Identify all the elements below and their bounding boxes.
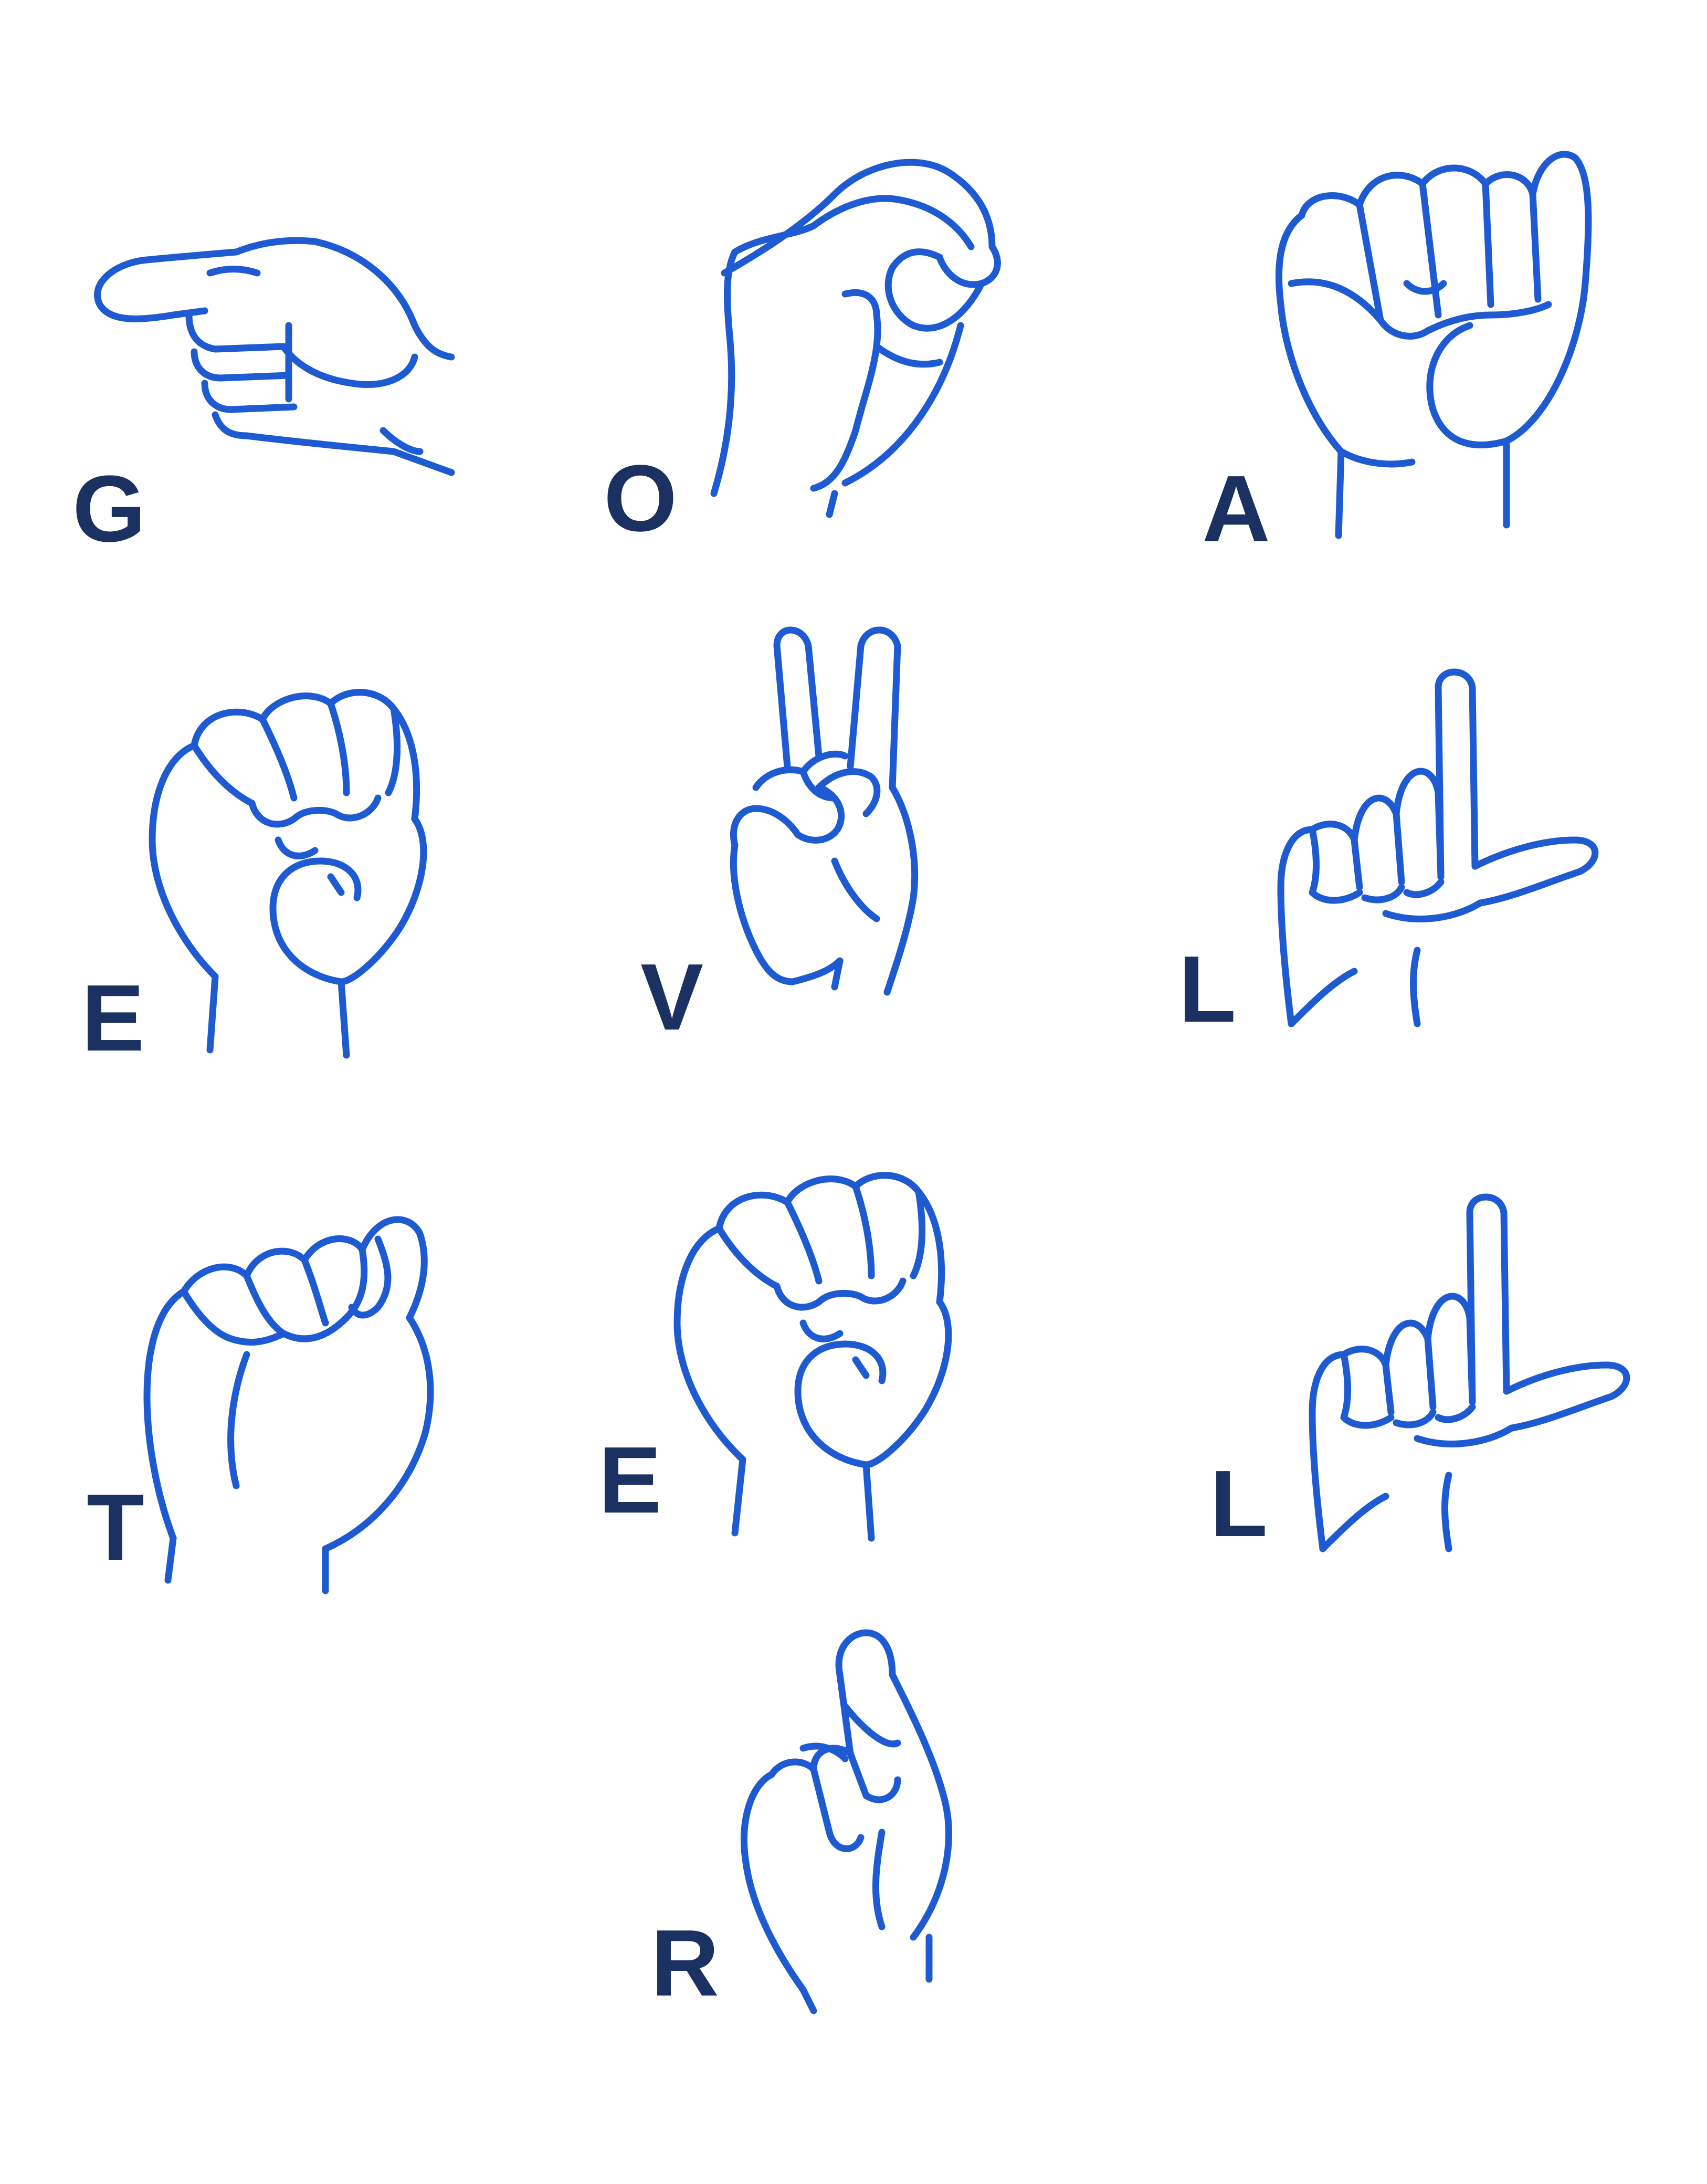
e-handshape-icon xyxy=(673,1172,952,1542)
sign-card-t xyxy=(126,1160,577,1612)
sign-card-o xyxy=(646,116,1097,567)
sign-letter: V xyxy=(640,944,704,1050)
sign-letter: E xyxy=(81,965,145,1071)
l-handshape-icon xyxy=(1309,1193,1630,1552)
asl-fingerspelling-sheet: G O A E V L T E L R xyxy=(0,0,1707,2184)
sign-card-v xyxy=(667,614,1118,1066)
sign-card-a xyxy=(1223,126,1674,578)
sign-letter: T xyxy=(87,1475,144,1580)
sign-letter: A xyxy=(1202,456,1270,562)
sign-letter: R xyxy=(651,1910,719,2016)
sign-card-l xyxy=(1260,656,1707,1108)
t-handshape-icon xyxy=(143,1216,434,1594)
a-handshape-icon xyxy=(1275,151,1592,539)
sign-letter: E xyxy=(598,1427,662,1533)
o-handshape-icon xyxy=(710,159,1001,518)
r-handshape-icon xyxy=(741,1629,952,2014)
sign-letter: O xyxy=(604,446,678,551)
sign-letter: L xyxy=(1178,937,1236,1042)
sign-card-l-2 xyxy=(1291,1181,1707,1633)
e-handshape-icon xyxy=(149,689,427,1059)
v-handshape-icon xyxy=(730,626,919,996)
sign-letter: G xyxy=(72,456,146,562)
sign-card-r xyxy=(724,1612,1176,2063)
l-handshape-icon xyxy=(1277,668,1599,1027)
sign-letter: L xyxy=(1210,1451,1268,1557)
sign-card-e-2 xyxy=(651,1139,1102,1591)
sign-card-e xyxy=(105,656,556,1108)
